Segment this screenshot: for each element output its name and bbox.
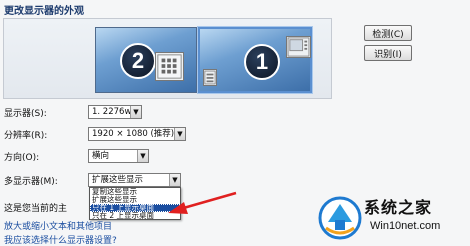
resolution-label: 分辨率(R): xyxy=(4,131,48,141)
chevron-down-icon: ▼ xyxy=(130,106,141,118)
taskbar-icon xyxy=(203,69,217,86)
watermark-name: 系统之家 xyxy=(364,198,433,217)
display-select[interactable]: 1. 2276w ▼ xyxy=(88,105,142,119)
chevron-down-icon: ▼ xyxy=(137,150,148,162)
orientation-label: 方向(O): xyxy=(4,153,40,163)
resolution-select-value: 1920 × 1080 (推荐) xyxy=(92,129,175,139)
detect-button[interactable]: 检测(C) xyxy=(364,25,412,41)
monitor-number-badge: 2 xyxy=(120,43,156,79)
multi-display-label: 多显示器(M): xyxy=(4,177,58,187)
watermark-logo-icon xyxy=(318,196,362,240)
red-arrow-icon xyxy=(168,191,237,214)
chevron-down-icon: ▼ xyxy=(169,174,180,186)
display-label: 显示器(S): xyxy=(4,109,47,119)
watermark-url: Win10net.com xyxy=(370,220,441,232)
page-title: 更改显示器的外观 xyxy=(4,6,84,17)
monitor-1[interactable]: 1 xyxy=(198,27,312,93)
identify-button[interactable]: 识别(I) xyxy=(364,45,412,61)
resolution-select[interactable]: 1920 × 1080 (推荐) ▼ xyxy=(88,127,186,141)
desktop-icon xyxy=(286,36,311,58)
display-select-value: 1. 2276w xyxy=(92,107,132,117)
multi-display-select-value: 扩展这些显示 xyxy=(92,175,144,185)
text-size-link[interactable]: 放大或缩小文本和其他项目 xyxy=(4,219,112,232)
display-settings-help-link[interactable]: 我应该选择什么显示器设置? xyxy=(4,233,117,246)
monitor-2[interactable]: 2 xyxy=(95,27,197,93)
orientation-select-value: 横向 xyxy=(92,151,110,161)
monitor-number-badge: 1 xyxy=(244,44,280,80)
chevron-down-icon: ▼ xyxy=(174,128,185,140)
monitor-arrangement-panel[interactable]: 2 1 xyxy=(3,18,332,99)
multi-display-select[interactable]: 扩展这些显示 ▼ xyxy=(88,173,181,187)
watermark: 系统之家 Win10net.com xyxy=(312,190,470,246)
orientation-select[interactable]: 横向 ▼ xyxy=(88,149,149,163)
display-properties-icon xyxy=(155,52,184,81)
primary-display-note: 这是您当前的主 xyxy=(4,204,68,214)
